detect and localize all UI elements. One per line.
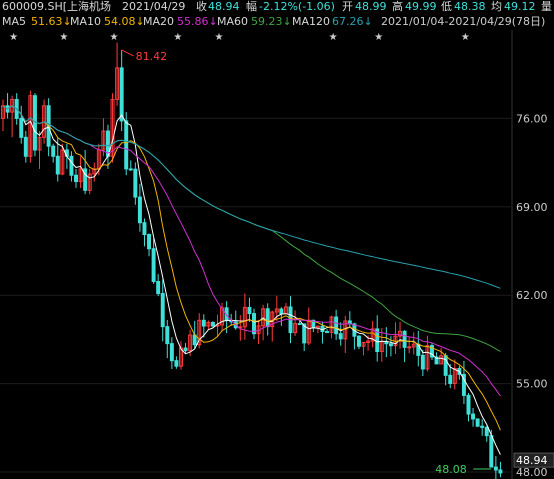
candle-body	[151, 248, 156, 283]
candle-body	[23, 136, 28, 157]
candle-body	[493, 466, 498, 471]
candle-body	[420, 354, 425, 370]
candle-body	[402, 330, 407, 348]
candle-body	[388, 343, 393, 347]
candle-body	[160, 293, 165, 328]
candle-body	[128, 168, 133, 171]
candle-body	[325, 331, 330, 334]
candlestick-chart[interactable]: 76.00 69.00 62.00 55.00 48.00 ★ ★ ★ ★ ★ ★ ★ ★ 81.42 48…	[0, 0, 554, 479]
event-star-marker: ★	[173, 32, 182, 43]
event-star-marker: ★	[110, 32, 119, 43]
candle-body	[448, 374, 453, 384]
candle-body	[279, 308, 284, 315]
event-star-marker: ★	[329, 32, 338, 43]
max-price-label: 81.42	[136, 50, 168, 63]
candle-body	[471, 413, 476, 420]
candle-body	[407, 346, 412, 349]
candle-body	[443, 355, 448, 376]
candle-body	[119, 67, 124, 122]
last-price-label: 48.94	[516, 454, 548, 467]
y-tick-label: 69.00	[516, 201, 548, 214]
candle-body	[338, 333, 343, 340]
candle-body	[156, 281, 161, 295]
candle-body	[174, 360, 179, 367]
candle-body	[133, 168, 138, 198]
candle-body	[142, 222, 147, 236]
candle-body	[210, 322, 215, 327]
candle-body	[297, 323, 302, 326]
candle-body	[201, 319, 206, 327]
candle-body	[69, 155, 74, 176]
stock-chart-window: 600009.SH[上海机场 2021/04/29 收 48.94 幅 -2.1…	[0, 0, 554, 479]
min-price-label: 48.08	[435, 463, 467, 476]
candle-body	[51, 145, 56, 157]
candle-body	[466, 394, 471, 415]
y-tick-label: 55.00	[516, 378, 548, 391]
candle-body	[356, 335, 361, 347]
candle-body	[265, 308, 270, 328]
event-star-marker: ★	[9, 32, 18, 43]
candle-body	[252, 313, 256, 335]
event-star-marker: ★	[461, 32, 470, 43]
candle-body	[55, 155, 60, 175]
candle-body	[489, 435, 494, 468]
candle-body	[147, 234, 152, 250]
ma60-line	[2, 105, 501, 352]
candle-body	[183, 347, 188, 352]
candle-body	[74, 174, 79, 183]
candle-body	[247, 306, 252, 315]
candle-body	[19, 117, 24, 138]
event-star-marker: ★	[214, 32, 223, 43]
max-arrow	[121, 49, 134, 57]
candle-body	[165, 326, 170, 345]
candle-body	[124, 120, 129, 170]
candle-body	[475, 418, 480, 427]
y-tick-label: 48.00	[516, 466, 548, 479]
candle-body	[498, 469, 503, 474]
y-tick-label: 76.00	[516, 112, 548, 125]
candle-body	[137, 196, 142, 224]
event-star-marker: ★	[59, 32, 68, 43]
event-star-marker: ★	[374, 32, 383, 43]
ma120-line	[2, 105, 501, 289]
candle-body	[484, 426, 489, 437]
ma5-line	[2, 105, 501, 455]
candle-body	[334, 316, 339, 335]
candle-body	[480, 425, 485, 428]
candle-body	[169, 343, 174, 362]
y-tick-label: 62.00	[516, 289, 548, 302]
